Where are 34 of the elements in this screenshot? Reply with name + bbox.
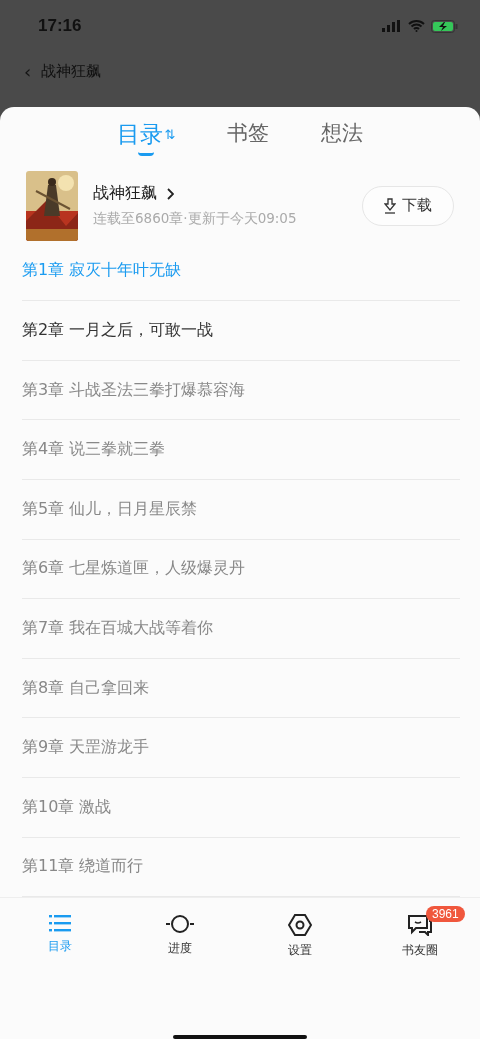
download-icon	[384, 198, 396, 214]
book-update-info: 连载至6860章·更新于今天09:05	[93, 210, 298, 229]
chapter-item[interactable]: 第10章 激战	[22, 777, 460, 838]
status-time: 17:16	[38, 16, 82, 36]
chapter-item[interactable]: 第7章 我在百城大战等着你	[22, 599, 460, 659]
tab[interactable]: 目录⇅	[116, 119, 176, 161]
settings-icon	[288, 914, 312, 937]
chevron-right-icon	[167, 188, 174, 200]
back-button[interactable]: ‹	[24, 61, 32, 82]
tab[interactable]: 书签	[227, 119, 270, 161]
count-badge: 3961	[426, 906, 465, 923]
tab-bar-item[interactable]: 进度	[120, 914, 240, 963]
chapter-item[interactable]: 第8章 自己拿回来	[22, 658, 460, 719]
chapter-item[interactable]: 第5章 仙儿，日月星辰禁	[22, 479, 460, 540]
download-button[interactable]: 下载	[362, 186, 454, 226]
battery-charging-icon	[431, 19, 458, 33]
wifi-icon	[408, 20, 425, 32]
chapter-item[interactable]: 第6章 七星炼道匣，人级爆灵丹	[22, 539, 460, 600]
chat-icon	[407, 914, 433, 937]
sort-icon[interactable]: ⇅	[164, 127, 176, 142]
chapter-item[interactable]: 第1章 寂灭十年叶无缺	[22, 241, 460, 302]
tab[interactable]: 想法	[321, 119, 364, 161]
book-title-link[interactable]: 战神狂飙	[93, 183, 362, 205]
menu-icon	[49, 914, 71, 933]
chapter-item[interactable]: 第4章 说三拳就三拳	[22, 420, 460, 480]
chapter-item[interactable]: 第2章 一月之后，可敢一战	[22, 301, 460, 361]
progress-icon	[166, 914, 194, 935]
tab-bar-item[interactable]: 目录	[0, 914, 120, 963]
signal-icon	[382, 20, 402, 32]
tab-bar-item[interactable]: 设置	[240, 914, 360, 963]
chapter-item[interactable]: 第3章 斗战圣法三拳打爆慕容海	[22, 360, 460, 421]
chapter-item[interactable]: 第9章 天罡游龙手	[22, 718, 460, 778]
chapter-item[interactable]: 第11章 绕道而行	[22, 837, 460, 898]
tab-indicator	[138, 152, 154, 156]
